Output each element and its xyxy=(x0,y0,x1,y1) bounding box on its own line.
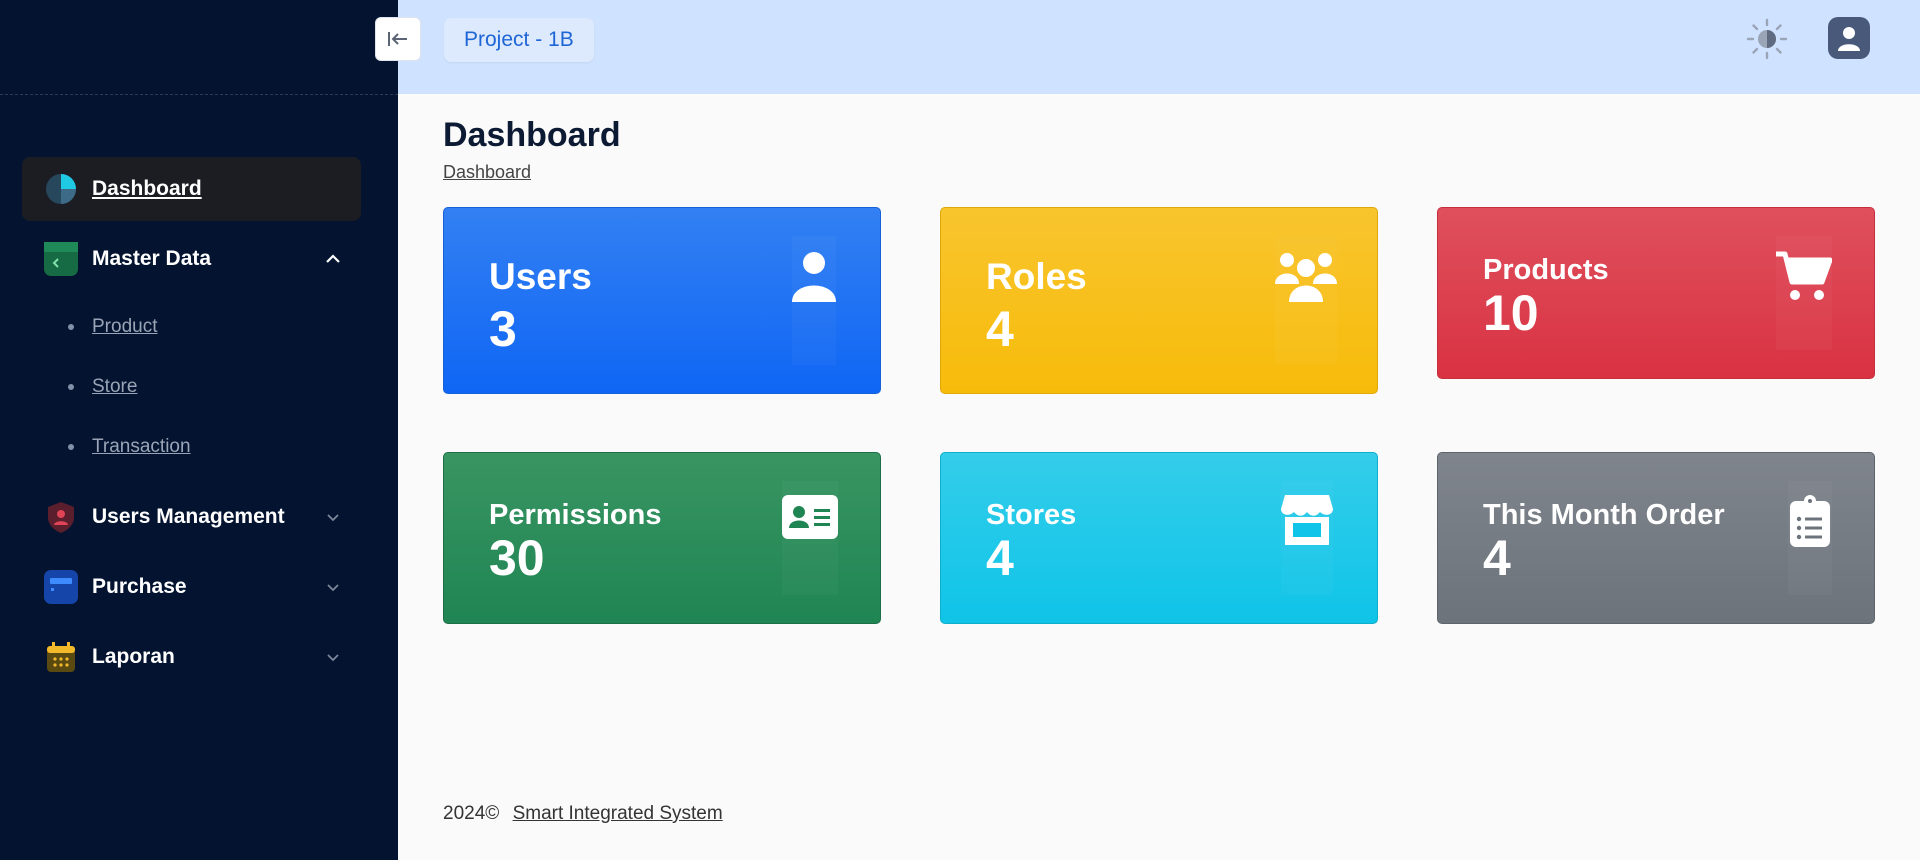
id-card-icon xyxy=(782,495,838,539)
submenu-item-label: Product xyxy=(92,316,158,337)
submenu-item-label: Store xyxy=(92,376,138,397)
chevron-down-icon xyxy=(327,654,339,662)
card-icon-column xyxy=(1281,481,1333,595)
user-avatar[interactable] xyxy=(1828,17,1870,59)
chevron-down-icon xyxy=(327,584,339,592)
folder-icon xyxy=(44,242,78,276)
users-group-icon xyxy=(1275,253,1337,302)
submenu-item-transaction[interactable]: Transaction xyxy=(68,417,361,477)
stat-card-stores[interactable]: Stores 4 xyxy=(940,452,1378,624)
clipboard-list-icon xyxy=(1790,495,1830,547)
submenu-item-product[interactable]: Product xyxy=(68,297,361,357)
sidebar-item-label: Master Data xyxy=(92,247,212,270)
card-title: Stores xyxy=(986,499,1077,531)
user-avatar-icon xyxy=(1838,27,1860,51)
chevron-up-icon xyxy=(326,254,340,263)
stat-card-permissions[interactable]: Permissions 30 xyxy=(443,452,881,624)
card-title: Permissions xyxy=(489,499,662,531)
sidebar-item-label: Users Management xyxy=(92,505,285,528)
project-selector[interactable]: Project - 1B xyxy=(444,18,594,62)
card-icon-column xyxy=(1275,236,1337,365)
submenu-item-label: Transaction xyxy=(92,436,191,457)
top-header xyxy=(398,0,1920,94)
sidebar-item-master-data[interactable]: Master Data xyxy=(22,227,361,291)
master-data-submenu: Product Store Transaction xyxy=(68,297,361,477)
theme-toggle-button[interactable] xyxy=(1744,16,1790,62)
footer-copyright: 2024© xyxy=(443,803,500,824)
sidebar-toggle-button[interactable] xyxy=(375,17,421,61)
cart-icon xyxy=(1776,251,1832,300)
user-shield-icon xyxy=(44,500,78,534)
sidebar-item-dashboard[interactable]: Dashboard xyxy=(22,157,361,221)
card-title: Products xyxy=(1483,254,1609,286)
card-icon-column xyxy=(1776,236,1832,350)
pie-chart-icon xyxy=(44,172,78,206)
card-icon-column xyxy=(792,236,836,365)
sidebar-nav: Dashboard Master Data Product Store Tran… xyxy=(22,157,361,695)
sidebar-item-label: Purchase xyxy=(92,575,187,598)
footer: 2024© Smart Integrated System xyxy=(443,803,723,825)
stat-card-users[interactable]: Users 3 xyxy=(443,207,881,394)
sidebar-item-label: Laporan xyxy=(92,645,175,668)
card-title: Users xyxy=(489,256,592,297)
footer-link[interactable]: Smart Integrated System xyxy=(513,803,723,824)
card-value: 4 xyxy=(1483,530,1511,586)
card-icon-column xyxy=(1788,481,1832,595)
stat-card-this-month-order[interactable]: This Month Order 4 xyxy=(1437,452,1875,624)
card-value: 3 xyxy=(489,301,517,357)
page-title: Dashboard xyxy=(443,116,621,154)
stat-card-products[interactable]: Products 10 xyxy=(1437,207,1875,379)
chevron-down-icon xyxy=(327,514,339,522)
calendar-icon xyxy=(44,640,78,674)
user-icon xyxy=(792,252,836,302)
sidebar-item-label: Dashboard xyxy=(92,177,202,200)
sidebar-brand-area xyxy=(0,0,398,95)
stat-card-roles[interactable]: Roles 4 xyxy=(940,207,1378,394)
submenu-item-store[interactable]: Store xyxy=(68,357,361,417)
bullet-dot xyxy=(68,324,74,330)
arrow-left-collapse-icon xyxy=(388,32,407,46)
card-value: 4 xyxy=(986,530,1014,586)
bullet-dot xyxy=(68,384,74,390)
card-value: 30 xyxy=(489,530,545,586)
bullet-dot xyxy=(68,444,74,450)
card-title: This Month Order xyxy=(1483,499,1725,531)
card-value: 4 xyxy=(986,301,1014,357)
card-icon xyxy=(44,570,78,604)
card-title: Roles xyxy=(986,256,1087,297)
breadcrumb[interactable]: Dashboard xyxy=(443,162,531,183)
sidebar-item-purchase[interactable]: Purchase xyxy=(22,555,361,619)
card-value: 10 xyxy=(1483,285,1539,341)
store-icon xyxy=(1281,495,1333,545)
sun-moon-icon xyxy=(1746,18,1788,60)
card-icon-column xyxy=(782,481,838,595)
sidebar-item-laporan[interactable]: Laporan xyxy=(22,625,361,689)
sidebar-item-users-management[interactable]: Users Management xyxy=(22,485,361,549)
sidebar: Dashboard Master Data Product Store Tran… xyxy=(0,0,398,860)
